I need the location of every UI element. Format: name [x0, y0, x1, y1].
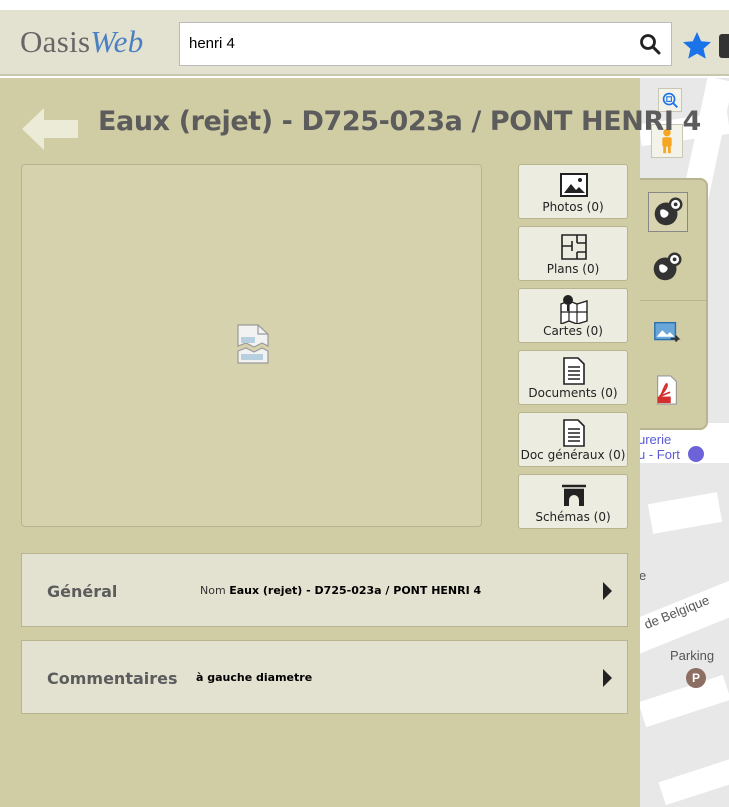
section-value-prefix: Nom	[200, 584, 226, 597]
section-comments[interactable]: Commentaires à gauche diametre	[21, 640, 628, 714]
page-title: Eaux (rejet) - D725-023a / PONT HENRI 4	[98, 106, 701, 137]
general-docs-button[interactable]: Doc généraux (0)	[518, 412, 628, 467]
back-arrow-icon[interactable]	[20, 106, 80, 152]
top-bar: OasisWeb	[0, 10, 729, 76]
chevron-right-icon	[603, 582, 612, 600]
logo-text-main: Oasis	[20, 24, 91, 59]
plans-button[interactable]: Plans (0)	[518, 226, 628, 281]
section-general[interactable]: Général Nom Eaux (rejet) - D725-023a / P…	[21, 553, 628, 627]
app-logo[interactable]: OasisWeb	[20, 24, 144, 60]
section-title: Commentaires	[47, 669, 178, 688]
diagrams-button-label: Schémas (0)	[535, 510, 611, 524]
section-title: Général	[47, 582, 118, 601]
chevron-right-icon	[603, 669, 612, 687]
image-icon	[560, 173, 588, 197]
star-icon[interactable]	[680, 30, 714, 62]
documents-button-label: Documents (0)	[528, 386, 618, 400]
section-value-text: Eaux (rejet) - D725-023a / PONT HENRI 4	[229, 584, 482, 597]
section-value-text: à gauche diametre	[196, 671, 313, 684]
bridge-icon	[562, 484, 586, 506]
export-image-icon[interactable]	[652, 318, 684, 350]
pdf-icon[interactable]	[652, 374, 684, 408]
map-label-shop: urerie u - Fort	[640, 432, 680, 462]
diagrams-button[interactable]: Schémas (0)	[518, 474, 628, 529]
map-label-parking: Parking	[670, 648, 715, 663]
shopping-pin-icon[interactable]	[686, 444, 706, 464]
search-input[interactable]	[180, 23, 620, 63]
details-panel: Eaux (rejet) - D725-023a / PONT HENRI 4 …	[0, 78, 701, 807]
section-value: à gauche diametre	[196, 671, 312, 684]
maps-button-label: Cartes (0)	[543, 324, 603, 338]
search-box	[179, 22, 672, 66]
section-value: Nom Eaux (rejet) - D725-023a / PONT HENR…	[200, 584, 481, 597]
photos-button[interactable]: Photos (0)	[518, 164, 628, 219]
document-icon	[563, 419, 585, 447]
broken-image-icon	[237, 324, 269, 364]
map-label-fragment: e	[640, 568, 647, 583]
image-preview	[21, 164, 482, 527]
toolbar-overflow-icon[interactable]	[719, 34, 729, 58]
logo-text-accent: Web	[90, 24, 144, 59]
maps-button[interactable]: Cartes (0)	[518, 288, 628, 343]
tool-divider	[640, 300, 706, 301]
documents-button[interactable]: Documents (0)	[518, 350, 628, 405]
search-icon[interactable]	[639, 33, 661, 55]
document-icon	[563, 357, 585, 385]
parking-marker-icon[interactable]: P	[686, 668, 706, 688]
general-docs-button-label: Doc généraux (0)	[520, 448, 626, 462]
floor-plan-icon	[561, 234, 587, 260]
globe-layer-icon-active[interactable]	[648, 192, 688, 232]
map-pin-icon	[560, 295, 588, 324]
side-tool-strip	[640, 178, 708, 430]
globe-layer-icon[interactable]	[648, 248, 688, 288]
plans-button-label: Plans (0)	[546, 262, 600, 276]
photos-button-label: Photos (0)	[542, 200, 604, 214]
